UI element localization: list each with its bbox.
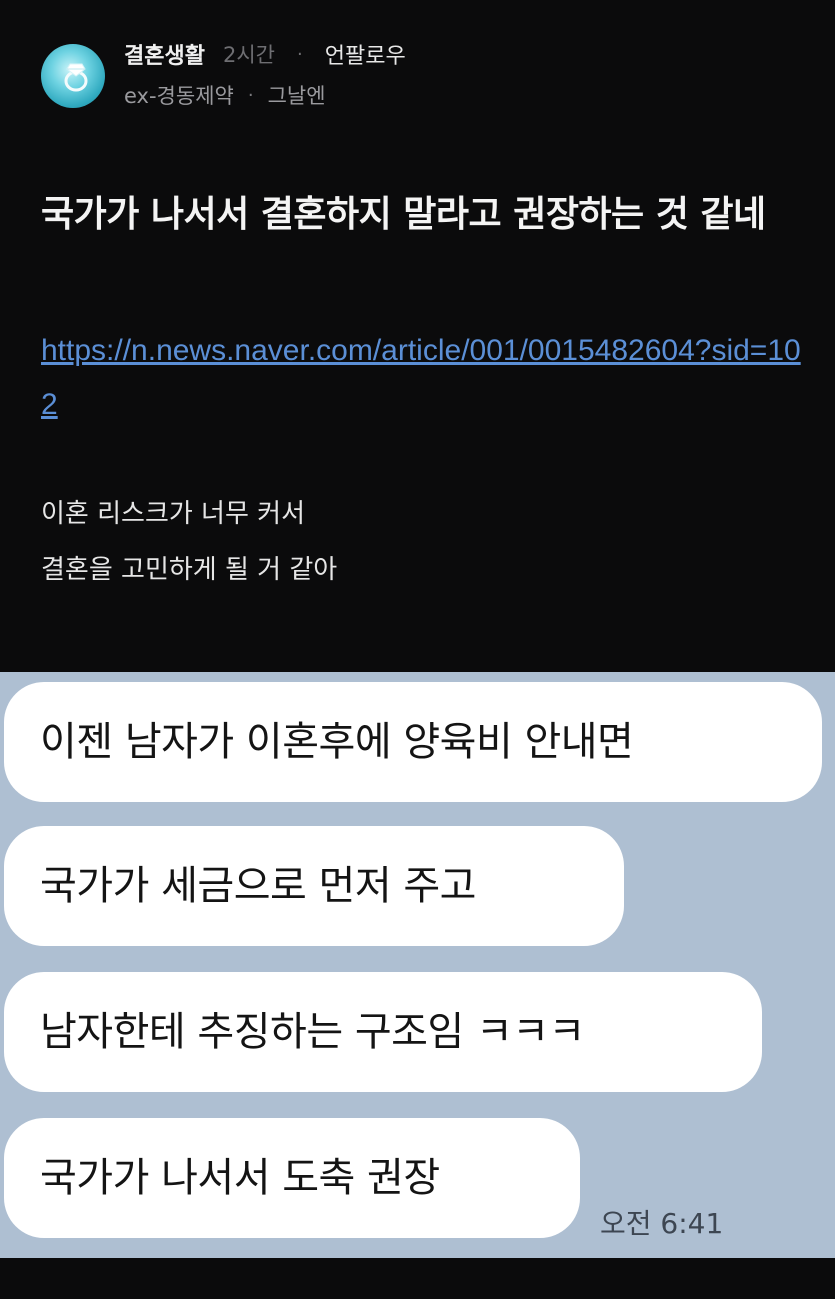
post-title: 국가가 나서서 결혼하지 말라고 권장하는 것 같네 [41,194,766,235]
chat-screenshot: 이젠 남자가 이혼후에 양육비 안내면 국가가 세금으로 먼저 주고 남자한테 … [0,672,835,1258]
post-body: 이혼 리스크가 너무 커서 결혼을 고민하게 될 거 같아 [41,486,801,598]
message-timestamp: 오전 6:41 [600,1207,724,1240]
chat-bubble: 국가가 세금으로 먼저 주고 [4,826,624,946]
board-avatar[interactable] [41,44,105,108]
unfollow-button[interactable]: 언팔로우 [325,38,406,70]
post-meta-top: 결혼생활 2시간 · 언팔로우 [124,38,406,70]
diamond-ring-icon [64,63,88,92]
post-meta-author: ex-경동제약 · 그날엔 [124,80,326,110]
chat-bubble: 남자한테 추징하는 구조임 ㅋㅋㅋ [4,972,762,1092]
meta-separator: · [296,43,303,65]
post-time: 2시간 [222,43,275,67]
meta-separator: · [247,84,254,106]
chat-bubble: 이젠 남자가 이혼후에 양육비 안내면 [4,682,822,802]
article-link[interactable]: https://n.news.naver.com/article/001/001… [41,324,801,432]
board-name[interactable]: 결혼생활 [124,38,205,70]
author-company: ex-경동제약 [124,84,234,108]
bottom-bar [0,1258,835,1299]
author-nickname[interactable]: 그날엔 [268,80,326,110]
chat-bubble: 국가가 나서서 도축 권장 [4,1118,580,1238]
post-card: 결혼생활 2시간 · 언팔로우 ex-경동제약 · 그날엔 국가가 나서서 결혼… [0,0,835,672]
post-body-line: 결혼을 고민하게 될 거 같아 [41,555,338,585]
post-body-line: 이혼 리스크가 너무 커서 [41,499,305,529]
